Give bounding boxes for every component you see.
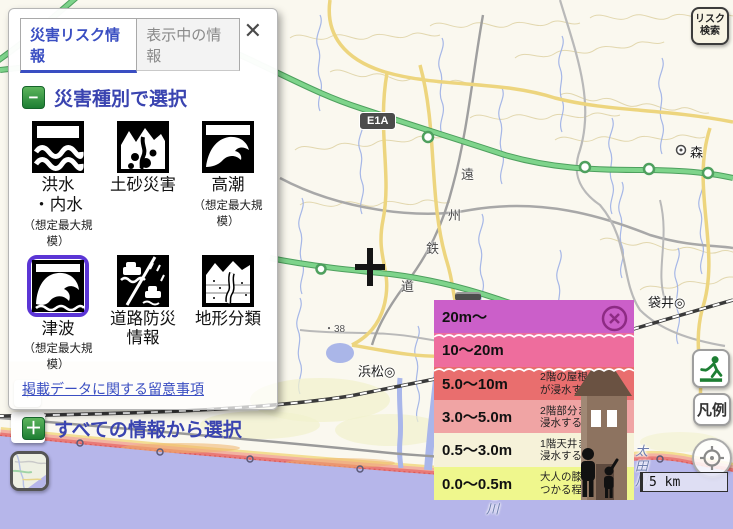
running-person-icon [697,355,725,383]
section-select-by-type[interactable]: − 災害種別で選択 [22,84,264,111]
hazard-landslide[interactable]: 土砂災害 [102,117,184,249]
hazard-flood[interactable]: 洪水 ・内水 （想定最大規模） [17,117,99,249]
railway-name-char: 鉄 [426,238,439,257]
tsunami-depth-legend: 20m〜 10〜20m 5.0〜10m 2階の屋根以上 が浸水する 3.0〜5.… [434,300,634,500]
landslide-icon [117,121,169,173]
road-shield-e1a: E1A [359,112,396,130]
town-label-hamamatsu: 浜松◎ [358,361,395,380]
legend-row: 10〜20m [434,333,634,366]
gps-crosshair-icon [699,445,725,471]
city-symbol: ◎ [674,295,685,310]
flood-icon [32,121,84,173]
railway-name-char: 道 [401,276,414,295]
town-label-fukuroi: 袋井◎ [648,292,685,311]
tsunami-icon [27,255,89,317]
spot-elevation-label: ・38 [324,320,345,335]
road-hazard-icon [117,255,169,307]
overview-map-button[interactable] [10,451,49,491]
legend-toggle-button[interactable]: 凡例 [693,393,731,426]
railway-name-char: 州 [448,205,461,224]
section-title: すべての情報から選択 [54,415,242,442]
legend-row: 5.0〜10m 2階の屋根以上 が浸水する [434,367,634,400]
section-title: 災害種別で選択 [54,84,187,111]
collapse-minus-icon[interactable]: − [22,86,45,109]
storm-surge-icon [202,121,254,173]
map-center-crosshair-icon [355,248,385,286]
map-scale-bar: 5 km [640,472,728,492]
legend-row: 0.5〜3.0m 1階天井まで 浸水する程度 [434,433,634,466]
legend-row: 3.0〜5.0m 2階部分まで 浸水する程度 [434,400,634,433]
town-symbols [677,146,686,155]
hazard-road[interactable]: 道路防災 情報 [102,251,184,373]
expand-plus-icon[interactable]: ＋ [22,417,45,440]
panel-close-icon[interactable]: ✕ [240,18,266,44]
landform-icon [202,255,254,307]
disaster-risk-panel: 災害リスク情報 表示中の情報 ✕ − 災害種別で選択 洪水 ・内水 （想定最大規… [8,8,278,410]
town-label-mori: 森 [690,142,703,161]
close-icon [601,305,628,332]
tab-disaster-risk-info[interactable]: 災害リスク情報 [20,18,137,73]
hazard-map-app: E1A 森 袋井◎ 浜松◎ 遠 州 鉄 道 太田川 天竜川 ・38 + 災害リス… [0,0,733,529]
lake [326,343,354,363]
hazard-tsunami[interactable]: 津波 （想定最大規模） [17,251,99,373]
hazard-type-grid: 洪水 ・内水 （想定最大規模） 土砂災害 [20,117,266,372]
tab-displayed-info[interactable]: 表示中の情報 [137,18,239,71]
railway-name-char: 遠 [461,164,474,183]
legend-close-button[interactable] [601,305,628,332]
data-disclaimer-link[interactable]: 掲載データに関する留意事項 [22,379,204,399]
hazard-landform[interactable]: 地形分類 [187,251,269,373]
legend-row: 0.0〜0.5m 大人の膝まで つかる程度 [434,467,634,500]
evacuation-site-button[interactable] [692,349,730,388]
hazard-storm-surge[interactable]: 高潮 （想定最大規模） [187,117,269,249]
section-select-from-all[interactable]: ＋ すべての情報から選択 [22,415,264,442]
panel-tabbar: 災害リスク情報 表示中の情報 ✕ [20,18,266,73]
minimap-icon [13,453,46,489]
risk-search-button[interactable]: リスク 検索 [691,7,729,45]
city-symbol: ◎ [384,364,395,379]
